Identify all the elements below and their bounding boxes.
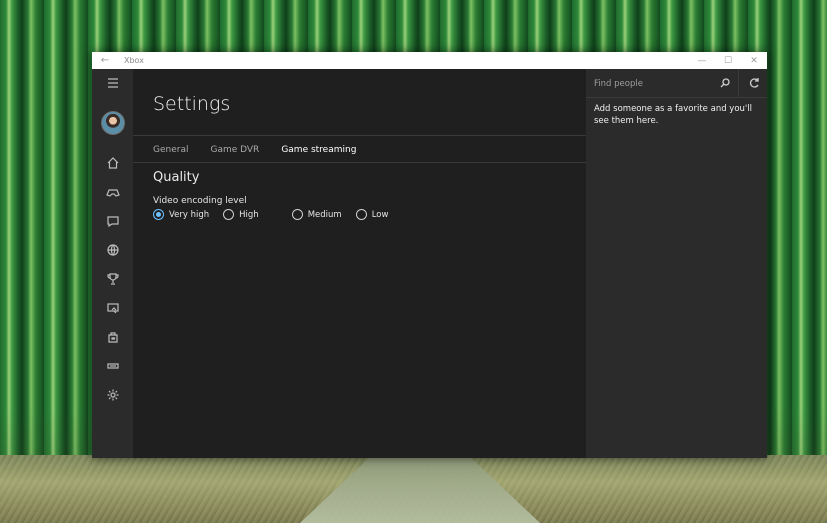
maximize-button[interactable]: ☐ (715, 52, 741, 69)
refresh-icon[interactable] (745, 74, 763, 92)
settings-tabs: General Game DVR Game streaming (153, 145, 378, 155)
friends-empty-message: Add someone as a favorite and you'll see… (594, 104, 752, 126)
close-button[interactable]: ✕ (741, 52, 767, 69)
tab-game-dvr[interactable]: Game DVR (210, 145, 259, 155)
left-nav-bar (92, 69, 133, 458)
header-divider (133, 135, 586, 136)
window-controls: — ☐ ✕ (689, 52, 767, 69)
minimize-button[interactable]: — (689, 52, 715, 69)
avatar[interactable] (101, 111, 125, 135)
section-title: Quality (153, 170, 200, 185)
connect-icon[interactable] (92, 354, 133, 378)
radio-high[interactable]: High (223, 209, 259, 220)
radio-medium[interactable]: Medium (291, 209, 342, 220)
settings-pane: Settings General Game DVR Game streaming… (133, 69, 586, 458)
radio-label: High (239, 209, 259, 220)
store-icon[interactable] (92, 325, 133, 349)
home-icon[interactable] (92, 151, 133, 175)
app-body: Settings General Game DVR Game streaming… (92, 69, 767, 458)
radio-low[interactable]: Low (355, 209, 389, 220)
tabs-divider (133, 162, 586, 163)
messages-icon[interactable] (92, 209, 133, 233)
radio-label: Low (371, 209, 389, 220)
tab-game-streaming[interactable]: Game streaming (281, 145, 356, 155)
radio-indicator (355, 209, 367, 220)
radio-very-high[interactable]: Very high (153, 209, 209, 220)
back-arrow-icon[interactable]: ← (92, 55, 118, 66)
friends-header (586, 69, 767, 98)
title-bar: ← Xbox — ☐ ✕ (92, 52, 767, 69)
window-title: Xbox (124, 56, 144, 65)
globe-icon[interactable] (92, 238, 133, 262)
radio-indicator (153, 209, 164, 220)
radio-label: Very high (169, 209, 210, 220)
radio-indicator (291, 209, 303, 220)
friends-pane: Add someone as a favorite and you'll see… (586, 69, 767, 458)
video-encoding-label: Video encoding level (153, 196, 247, 206)
search-icon[interactable] (716, 74, 734, 92)
radio-indicator (223, 209, 235, 220)
menu-icon[interactable] (92, 71, 133, 95)
xbox-app-window: ← Xbox — ☐ ✕ Settings General Game DVR G… (92, 52, 767, 458)
page-title: Settings (153, 93, 231, 115)
radio-label: Medium (307, 209, 342, 220)
video-encoding-radio-group: Very high High Medium Low (153, 209, 402, 220)
settings-icon[interactable] (92, 383, 133, 407)
tab-general[interactable]: General (153, 145, 188, 155)
header-divider-vertical (738, 69, 739, 97)
trophy-icon[interactable] (92, 267, 133, 291)
game-dvr-icon[interactable] (92, 296, 133, 320)
controller-icon[interactable] (92, 180, 133, 204)
